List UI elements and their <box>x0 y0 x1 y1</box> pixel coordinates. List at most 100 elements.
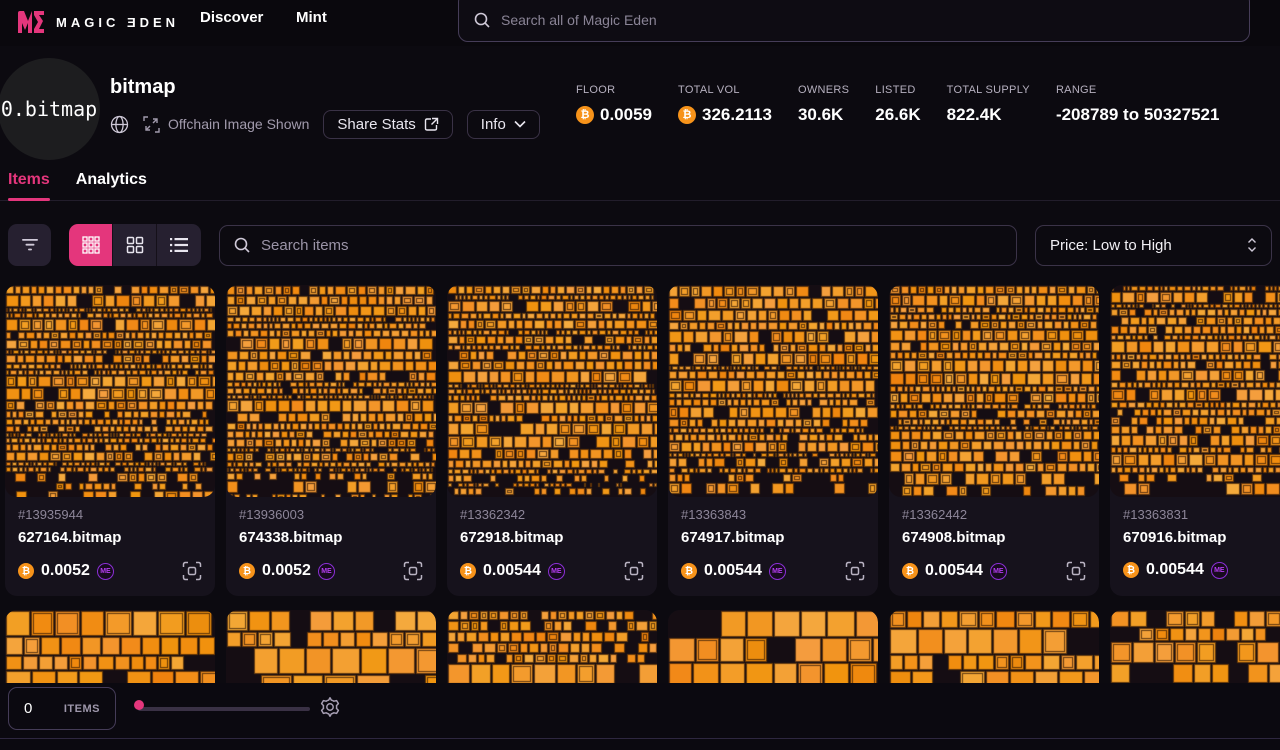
items-count-value: 0 <box>24 700 32 717</box>
stat-value: 822.4K <box>947 105 1002 125</box>
stat-owners: OWNERS 30.6K <box>798 84 849 125</box>
stat-value: 26.6K <box>875 105 920 125</box>
nft-grid-row-1: #13935944 627164.bitmap ₿ 0.0052 ME #139… <box>5 285 1280 596</box>
share-stats-button[interactable]: Share Stats <box>323 110 452 139</box>
btc-icon: ₿ <box>239 563 255 579</box>
tab-analytics[interactable]: Analytics <box>76 160 147 200</box>
nft-card[interactable]: #13362342 672918.bitmap ₿ 0.00544 ME <box>447 285 657 596</box>
items-toolbar: Price: Low to High <box>0 224 1280 266</box>
magic-eden-badge-icon: ME <box>1211 562 1228 579</box>
expand-image-icon <box>143 116 160 133</box>
btc-icon: ₿ <box>1123 562 1139 578</box>
stat-range: RANGE -208789 to 50327521 <box>1056 84 1220 125</box>
stat-label: FLOOR <box>576 84 652 96</box>
stat-total-supply: TOTAL SUPPLY 822.4K <box>947 84 1030 125</box>
tab-items[interactable]: Items <box>8 160 50 200</box>
nft-price: 0.00544 <box>1146 561 1204 579</box>
nft-name: 672918.bitmap <box>460 529 644 546</box>
globe-icon[interactable] <box>110 115 129 134</box>
nft-name: 674908.bitmap <box>902 529 1086 546</box>
search-icon <box>233 236 251 254</box>
nft-card[interactable]: #13362442 674908.bitmap ₿ 0.00544 ME <box>889 285 1099 596</box>
items-search-bar[interactable] <box>219 225 1017 266</box>
magic-eden-badge-icon: ME <box>97 563 114 580</box>
quick-view-icon[interactable] <box>845 561 865 581</box>
info-dropdown-button[interactable]: Info <box>467 110 540 139</box>
magic-eden-badge-icon: ME <box>548 563 565 580</box>
magic-eden-badge-icon: ME <box>769 563 786 580</box>
stat-label: OWNERS <box>798 84 849 96</box>
nft-price: 0.0052 <box>262 562 311 580</box>
card-size-slider[interactable] <box>138 707 310 711</box>
nft-card[interactable]: #13363843 674917.bitmap ₿ 0.00544 ME <box>668 285 878 596</box>
nft-name: 674338.bitmap <box>239 529 423 546</box>
stat-value: 326.2113 <box>702 105 772 125</box>
btc-icon: ₿ <box>460 563 476 579</box>
search-icon <box>473 11 491 29</box>
nft-card[interactable]: #13935944 627164.bitmap ₿ 0.0052 ME <box>5 285 215 596</box>
quick-view-icon[interactable] <box>1066 561 1086 581</box>
stat-label: TOTAL SUPPLY <box>947 84 1030 96</box>
dense-grid-icon <box>82 236 100 254</box>
nft-image <box>1110 285 1280 497</box>
sort-chevrons-icon <box>1247 238 1257 252</box>
view-dense-grid-button[interactable] <box>69 224 113 266</box>
nft-card[interactable]: #13936003 674338.bitmap ₿ 0.0052 ME <box>226 285 436 596</box>
nft-image <box>889 285 1099 497</box>
stat-listed: LISTED 26.6K <box>875 84 920 125</box>
info-label: Info <box>481 116 506 133</box>
sort-dropdown[interactable]: Price: Low to High <box>1035 225 1272 266</box>
view-list-button[interactable] <box>157 224 201 266</box>
nft-image <box>5 285 215 497</box>
nft-price: 0.0052 <box>41 562 90 580</box>
nav-link-mint[interactable]: Mint <box>296 9 327 26</box>
stat-value: -208789 to 50327521 <box>1056 105 1220 125</box>
items-count-box[interactable]: 0 ITEMS <box>8 687 116 730</box>
collection-tabs: Items Analytics <box>0 160 1280 201</box>
btc-icon: ₿ <box>18 563 34 579</box>
nft-inscription-number: #13363843 <box>681 507 865 522</box>
items-count-label: ITEMS <box>64 703 100 715</box>
nft-image <box>668 285 878 497</box>
view-mode-group <box>69 224 201 266</box>
offchain-image-toggle[interactable]: Offchain Image Shown <box>143 116 309 133</box>
nft-price: 0.00544 <box>483 562 541 580</box>
filter-button[interactable] <box>8 224 51 266</box>
stat-label: TOTAL VOL <box>678 84 772 96</box>
nft-image <box>447 285 657 497</box>
view-grid-button[interactable] <box>113 224 157 266</box>
magic-eden-logo[interactable]: MAGIC ƎDEN <box>16 9 179 35</box>
nft-card[interactable]: #13363831 670916.bitmap ₿ 0.00544 ME <box>1110 285 1280 596</box>
stat-label: RANGE <box>1056 84 1220 96</box>
nft-price: 0.00544 <box>704 562 762 580</box>
filter-icon <box>21 239 39 251</box>
nft-name: 670916.bitmap <box>1123 529 1280 546</box>
grid-icon <box>126 236 144 254</box>
global-search-bar[interactable] <box>458 0 1250 42</box>
quick-view-icon[interactable] <box>182 561 202 581</box>
slider-knob[interactable] <box>134 700 144 710</box>
global-search-input[interactable] <box>501 12 1235 28</box>
stat-total-vol: TOTAL VOL ₿326.2113 <box>678 84 772 125</box>
chevron-down-icon <box>514 120 526 128</box>
collection-stats: FLOOR ₿0.0059 TOTAL VOL ₿326.2113 OWNERS… <box>576 84 1219 125</box>
btc-icon: ₿ <box>576 106 594 124</box>
items-search-input[interactable] <box>261 237 1003 254</box>
bottom-bar: 0 ITEMS <box>0 683 1280 750</box>
quick-view-icon[interactable] <box>403 561 423 581</box>
nft-inscription-number: #13362342 <box>460 507 644 522</box>
nft-inscription-number: #13935944 <box>18 507 202 522</box>
quick-view-icon[interactable] <box>624 561 644 581</box>
external-link-icon <box>424 117 439 132</box>
stat-value: 30.6K <box>798 105 843 125</box>
share-stats-label: Share Stats <box>337 116 415 133</box>
sort-value: Price: Low to High <box>1050 237 1172 254</box>
nav-link-discover[interactable]: Discover <box>200 9 263 26</box>
settings-gear-icon[interactable] <box>319 696 341 718</box>
nft-price: 0.00544 <box>925 562 983 580</box>
collection-header: 0.bitmap bitmap Offchain Image Shown Sha… <box>0 46 1280 160</box>
list-icon <box>170 238 188 252</box>
stat-floor: FLOOR ₿0.0059 <box>576 84 652 125</box>
nft-name: 627164.bitmap <box>18 529 202 546</box>
collection-avatar: 0.bitmap <box>0 58 100 160</box>
